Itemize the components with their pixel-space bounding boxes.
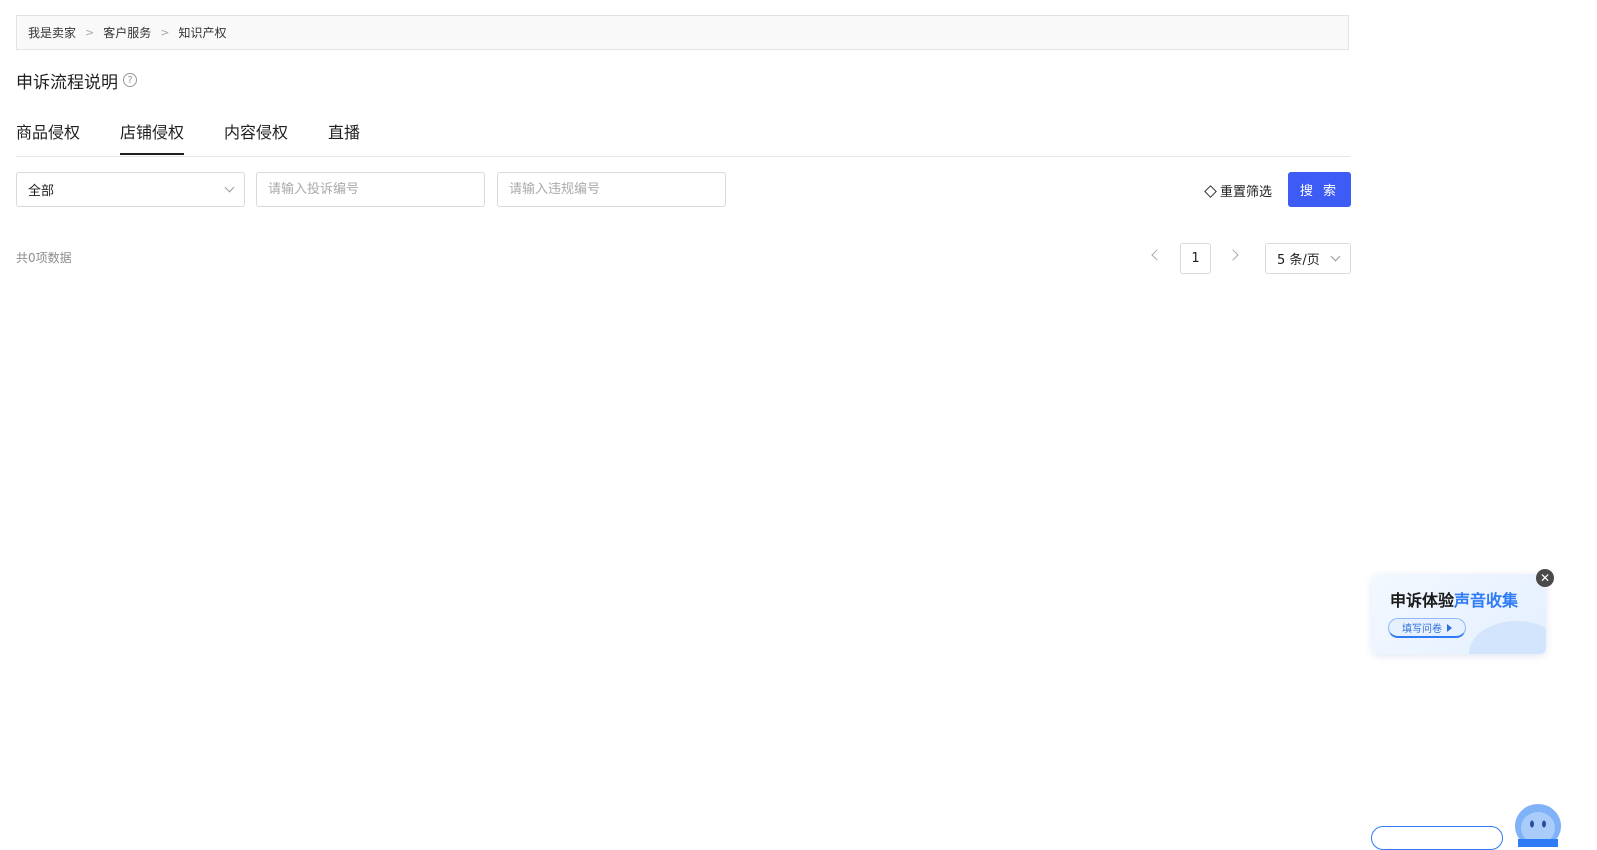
eraser-icon — [1204, 185, 1217, 198]
page-number-button[interactable]: 1 — [1180, 243, 1211, 274]
banner-title: 申诉体验声音收集 — [1390, 587, 1518, 611]
fill-survey-button[interactable]: 填写问卷 — [1388, 618, 1466, 638]
feedback-banner[interactable]: 申诉体验声音收集 填写问卷 — [1372, 574, 1546, 654]
banner-title-prefix: 申诉体验 — [1390, 591, 1455, 610]
breadcrumb: 我是卖家 > 客户服务 > 知识产权 — [16, 15, 1349, 50]
banner-decoration — [1469, 621, 1546, 654]
chevron-right-icon[interactable] — [1227, 249, 1239, 261]
page-size-select[interactable]: 5 条/页 — [1265, 243, 1351, 274]
breadcrumb-item-customer-service[interactable]: 客户服务 — [103, 24, 151, 41]
tab-store-infringement[interactable]: 店铺侵权 — [120, 122, 185, 155]
close-icon[interactable]: ✕ — [1536, 569, 1554, 587]
tab-product-infringement[interactable]: 商品侵权 — [16, 122, 80, 155]
banner-title-highlight: 声音收集 — [1454, 591, 1519, 610]
bottom-pill-button[interactable] — [1371, 826, 1503, 850]
tab-live-stream[interactable]: 直播 — [328, 122, 360, 155]
fill-survey-label: 填写问卷 — [1402, 624, 1442, 635]
play-arrow-icon — [1447, 623, 1452, 632]
breadcrumb-item-ip: 知识产权 — [178, 26, 227, 40]
violation-number-field — [497, 172, 726, 207]
total-count: 共0项数据 — [16, 251, 72, 265]
complaint-number-input[interactable] — [268, 182, 473, 197]
chevron-down-icon — [224, 182, 235, 193]
violation-number-input[interactable] — [509, 182, 714, 197]
chevron-down-icon — [1330, 251, 1341, 262]
tab-content-infringement[interactable]: 内容侵权 — [224, 122, 288, 155]
breadcrumb-item-seller[interactable]: 我是卖家 — [28, 24, 76, 41]
breadcrumb-separator: > — [160, 26, 170, 39]
reset-filter-button[interactable]: 重置筛选 — [1204, 180, 1273, 200]
status-select-value: 全部 — [28, 184, 55, 199]
search-button[interactable]: 搜 索 — [1288, 172, 1351, 207]
complaint-number-field — [256, 172, 485, 207]
status-select[interactable]: 全部 — [16, 172, 245, 207]
question-circle-icon[interactable]: ? — [123, 73, 137, 87]
page-title: 申诉流程说明 — [16, 72, 118, 93]
page-title-row: 申诉流程说明 ? — [16, 68, 137, 93]
page-size-value: 5 条/页 — [1277, 253, 1320, 268]
reset-filter-label: 重置筛选 — [1220, 184, 1273, 200]
breadcrumb-separator: > — [85, 26, 95, 39]
chevron-left-icon[interactable] — [1151, 249, 1163, 261]
mascot-icon[interactable] — [1514, 800, 1562, 847]
tab-bar: 商品侵权 店铺侵权 内容侵权 直播 — [16, 122, 1350, 157]
